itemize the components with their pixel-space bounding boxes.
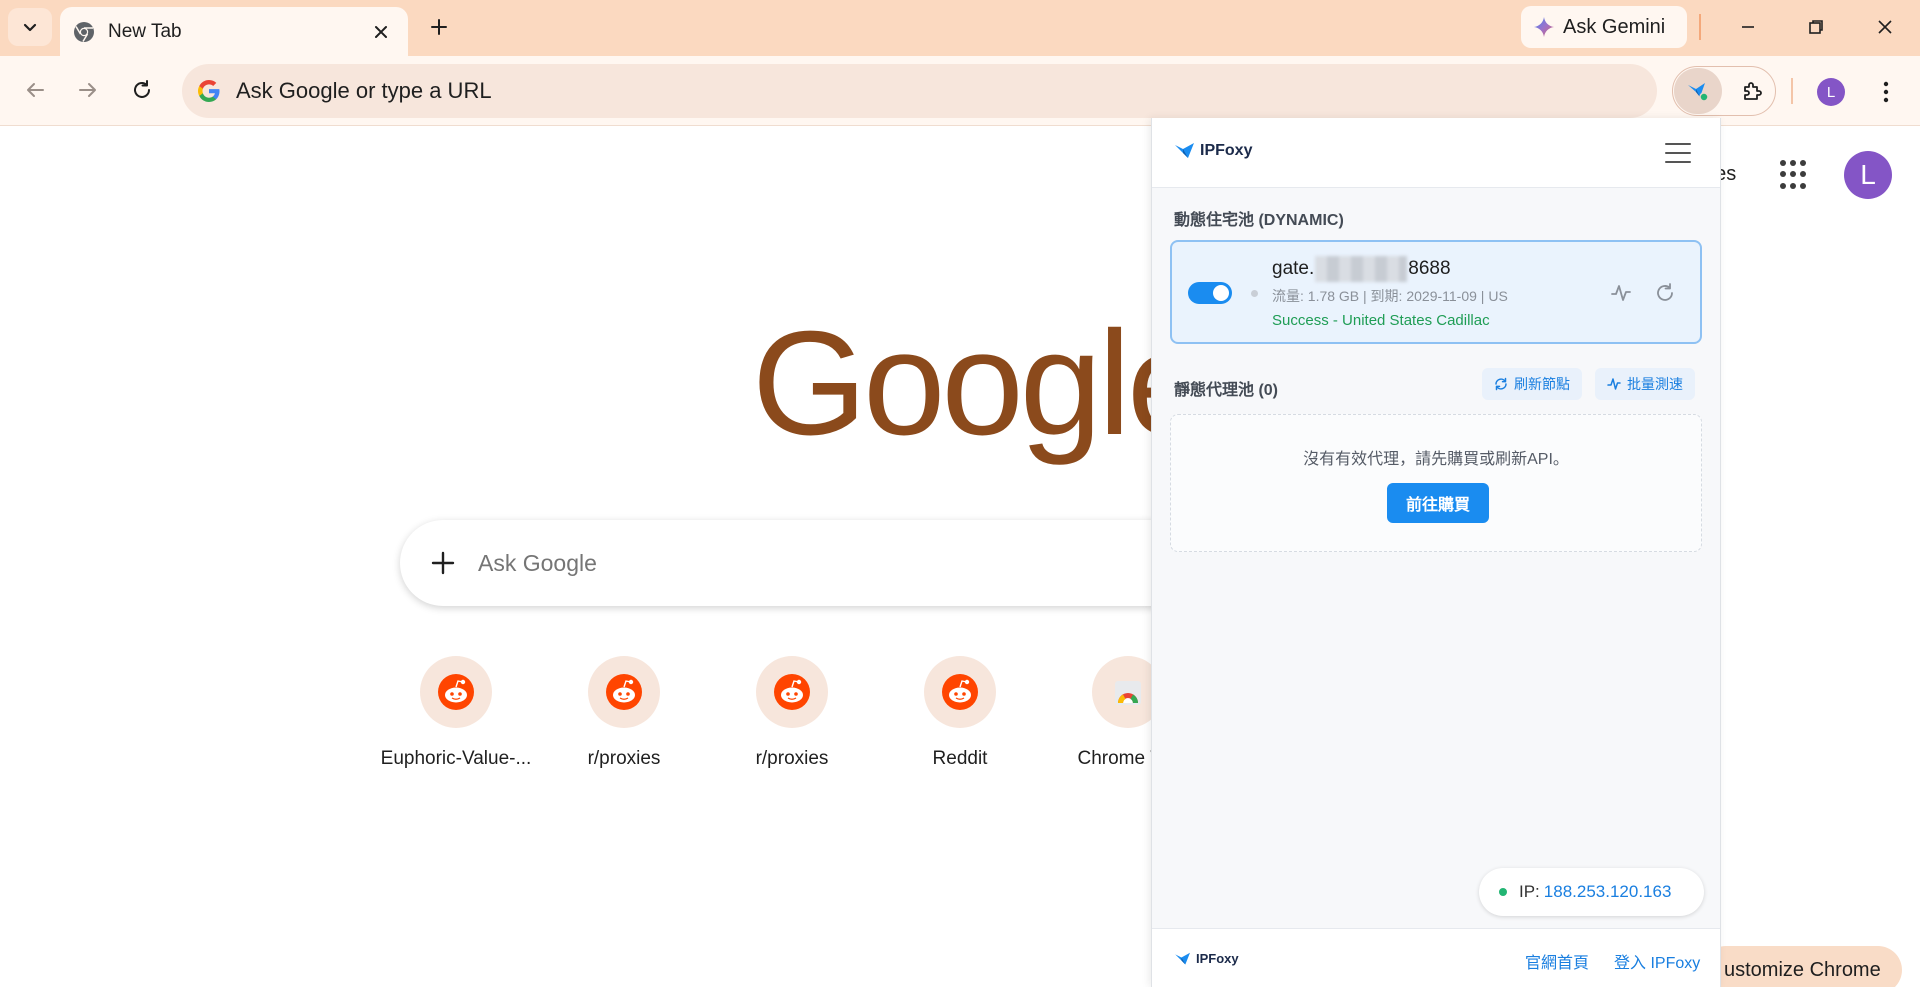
activity-icon xyxy=(1607,378,1621,390)
reddit-icon xyxy=(420,656,492,728)
ntp-search-input[interactable] xyxy=(478,549,978,577)
current-ip-badge: IP: 188.253.120.163 xyxy=(1479,868,1704,916)
customize-chrome-button[interactable]: ustomize Chrome xyxy=(1702,946,1902,987)
reload-icon xyxy=(134,80,150,98)
proxy-status: Success - United States Cadillac xyxy=(1272,312,1490,329)
proxy-toggle[interactable] xyxy=(1188,282,1232,304)
google-logo: Google xyxy=(752,301,1209,466)
google-apps-button[interactable] xyxy=(1780,160,1810,190)
homepage-link[interactable]: 官網首頁 xyxy=(1525,949,1589,973)
refresh-nodes-label: 刷新節點 xyxy=(1514,376,1570,392)
connection-dot xyxy=(1251,290,1258,297)
reddit-icon xyxy=(588,656,660,728)
empty-message: 沒有有效代理，請先購買或刷新API。 xyxy=(1303,451,1569,468)
go-buy-button[interactable]: 前往購買 xyxy=(1387,483,1489,523)
speed-test-icon[interactable] xyxy=(1608,280,1634,306)
close-tab-icon[interactable] xyxy=(370,21,392,43)
minimize-icon xyxy=(1742,26,1754,28)
google-g-icon xyxy=(198,80,220,102)
refresh-icon[interactable] xyxy=(1652,280,1678,306)
dynamic-pool-title: 動態住宅池 (DYNAMIC) xyxy=(1174,212,1344,229)
close-window-button[interactable] xyxy=(1857,10,1913,44)
shortcut-label: Euphoric-Value-... xyxy=(380,748,532,769)
proxy-host: gate. 8688 xyxy=(1272,256,1451,282)
arrow-left-icon xyxy=(27,83,44,97)
proxy-host-prefix: gate. xyxy=(1272,258,1315,279)
plus-icon xyxy=(431,19,447,35)
batch-speed-test-button[interactable]: 批量測速 xyxy=(1595,368,1695,400)
popup-header: IPFoxy xyxy=(1152,118,1720,188)
static-empty-state: 沒有有效代理，請先購買或刷新API。 前往購買 xyxy=(1170,414,1702,552)
ask-gemini-label: Ask Gemini xyxy=(1563,15,1666,38)
tab-title: New Tab xyxy=(108,20,182,42)
more-vertical-icon xyxy=(1883,81,1889,103)
login-link[interactable]: 登入 IPFoxy xyxy=(1614,949,1700,973)
extensions-menu-button[interactable] xyxy=(1729,68,1775,114)
static-pool-title: 靜態代理池 (0) xyxy=(1174,382,1279,399)
shortcut-tile[interactable]: Euphoric-Value-... xyxy=(376,656,536,770)
menu-icon[interactable] xyxy=(1665,143,1691,163)
footer-ipfoxy-logo: IPFoxy xyxy=(1174,951,1239,966)
omnibox[interactable] xyxy=(182,64,1657,118)
add-attachment-icon[interactable] xyxy=(428,548,458,578)
ntp-profile-avatar[interactable]: L xyxy=(1844,151,1892,199)
dynamic-proxy-card[interactable]: gate. 8688 流量: 1.78 GB | 到期: 2029-11-09 |… xyxy=(1170,240,1702,344)
reddit-icon xyxy=(756,656,828,728)
titlebar-divider xyxy=(1699,14,1701,40)
chevron-down-icon xyxy=(23,23,37,32)
popup-footer: IPFoxy 官網首頁 登入 IPFoxy xyxy=(1152,928,1720,987)
shortcut-label: Reddit xyxy=(932,748,988,769)
toolbar-divider xyxy=(1791,78,1793,104)
ask-gemini-button[interactable]: Ask Gemini xyxy=(1521,6,1687,48)
ip-value: 188.253.120.163 xyxy=(1543,882,1672,901)
ip-label: IP: xyxy=(1519,882,1540,901)
footer-brand-text: IPFoxy xyxy=(1196,951,1239,966)
chrome-icon xyxy=(72,20,96,44)
arrow-right-icon xyxy=(79,83,96,97)
tab-new-tab[interactable]: New Tab xyxy=(60,7,408,56)
back-button[interactable] xyxy=(15,70,55,110)
ipfoxy-brand-text: IPFoxy xyxy=(1200,142,1253,159)
batch-speed-label: 批量測速 xyxy=(1627,376,1683,392)
redacted-mask xyxy=(1315,256,1408,282)
shortcut-tile[interactable]: r/proxies xyxy=(544,656,704,770)
proxy-meta: 流量: 1.78 GB | 到期: 2029-11-09 | US xyxy=(1272,288,1508,304)
close-icon xyxy=(1878,20,1892,34)
minimize-button[interactable] xyxy=(1720,10,1776,44)
refresh-icon xyxy=(1495,377,1507,391)
proxy-host-suffix: 8688 xyxy=(1408,258,1451,279)
shortcut-tile[interactable]: Reddit xyxy=(880,656,1040,770)
ipfoxy-popup: IPFoxy 動態住宅池 (DYNAMIC) gate. 8688 流量: 1.7… xyxy=(1151,118,1721,987)
ipfoxy-logo-icon xyxy=(1175,143,1194,158)
extensions-group xyxy=(1672,66,1776,116)
gemini-sparkle-icon xyxy=(1534,17,1554,37)
reddit-icon xyxy=(924,656,996,728)
new-tab-button[interactable] xyxy=(423,11,455,43)
ipfoxy-logo-icon xyxy=(1175,952,1190,964)
tab-search-button[interactable] xyxy=(8,8,52,46)
ipfoxy-extension-button[interactable] xyxy=(1674,68,1722,114)
shortcut-label: r/proxies xyxy=(755,748,829,769)
omnibox-input[interactable] xyxy=(236,78,1536,104)
title-bar: New Tab Ask Gemini xyxy=(0,0,1920,56)
browser-menu-button[interactable] xyxy=(1868,74,1904,110)
ipfoxy-icon xyxy=(1688,83,1709,102)
restore-button[interactable] xyxy=(1788,10,1844,44)
shortcut-label: r/proxies xyxy=(587,748,661,769)
restore-icon xyxy=(1809,20,1823,34)
ipfoxy-logo: IPFoxy xyxy=(1174,142,1252,160)
refresh-nodes-button[interactable]: 刷新節點 xyxy=(1482,368,1582,400)
puzzle-icon xyxy=(1744,82,1762,100)
shortcut-tile[interactable]: r/proxies xyxy=(712,656,872,770)
toolbar: L xyxy=(0,56,1920,126)
reload-button[interactable] xyxy=(122,70,162,110)
forward-button[interactable] xyxy=(68,70,108,110)
profile-avatar[interactable]: L xyxy=(1817,78,1845,106)
ip-status-dot xyxy=(1499,888,1507,896)
